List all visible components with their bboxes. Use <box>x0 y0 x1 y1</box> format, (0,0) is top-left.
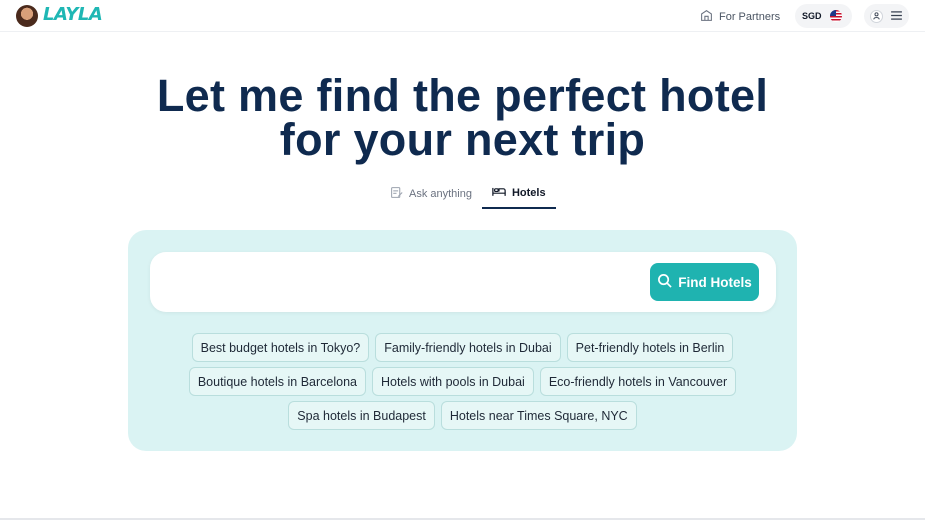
user-menu-button[interactable] <box>864 4 909 28</box>
suggestion-chip[interactable]: Eco-friendly hotels in Vancouver <box>539 367 737 396</box>
mode-tabs: Ask anything Hotels <box>380 178 556 209</box>
find-hotels-button[interactable]: Find Hotels <box>650 263 759 301</box>
hero-title-line-2: for your next trip <box>279 114 646 165</box>
search-icon <box>657 273 672 291</box>
hero-title: Let me find the perfect hotel for your n… <box>0 73 925 165</box>
suggestion-chip[interactable]: Boutique hotels in Barcelona <box>188 367 366 396</box>
tab-hotels[interactable]: Hotels <box>481 178 556 209</box>
suggestion-chip[interactable]: Pet-friendly hotels in Berlin <box>566 333 734 362</box>
suggestion-chip[interactable]: Family-friendly hotels in Dubai <box>375 333 561 362</box>
suggestions-row-3: Spa hotels in Budapest Hotels near Times… <box>128 401 797 430</box>
for-partners-label: For Partners <box>719 11 781 23</box>
top-navigation-bar: LAYLA For Partners SGD <box>0 0 925 32</box>
suggestion-chip[interactable]: Spa hotels in Budapest <box>288 401 435 430</box>
hamburger-menu-icon <box>891 7 902 25</box>
for-partners-link[interactable]: For Partners <box>700 8 780 26</box>
suggestion-chip[interactable]: Hotels with pools in Dubai <box>371 367 534 396</box>
suggestion-chip[interactable]: Best budget hotels in Tokyo? <box>191 333 370 362</box>
suggestion-chip[interactable]: Hotels near Times Square, NYC <box>440 401 637 430</box>
us-flag-icon <box>829 10 842 22</box>
tab-ask-anything-label: Ask anything <box>409 187 472 200</box>
suggestions-row-2: Boutique hotels in Barcelona Hotels with… <box>128 367 797 396</box>
find-hotels-label: Find Hotels <box>678 274 752 290</box>
suggestions-row-1: Best budget hotels in Tokyo? Family-frie… <box>128 333 797 362</box>
tab-hotels-label: Hotels <box>511 186 546 199</box>
logo[interactable]: LAYLA <box>43 4 103 26</box>
edit-icon <box>390 186 403 202</box>
search-input[interactable] <box>168 267 638 297</box>
bed-icon <box>492 185 506 200</box>
currency-selector[interactable]: SGD <box>795 4 852 28</box>
user-icon <box>870 9 883 23</box>
layla-avatar[interactable] <box>16 5 38 27</box>
partners-icon <box>700 9 713 25</box>
currency-code: SGD <box>802 11 822 21</box>
tab-ask-anything[interactable]: Ask anything <box>380 178 482 209</box>
